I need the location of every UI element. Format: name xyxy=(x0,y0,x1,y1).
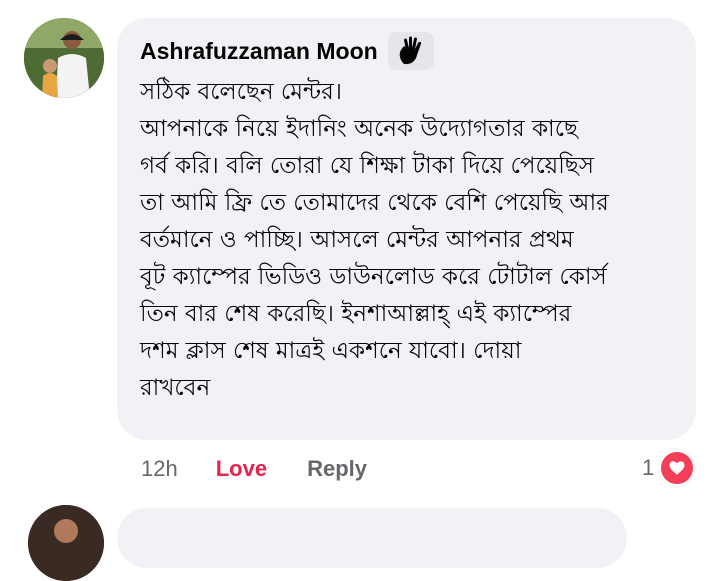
avatar-photo xyxy=(24,18,104,98)
comment-timestamp[interactable]: 12h xyxy=(141,456,178,482)
comment-actions: 12h Love Reply xyxy=(141,452,367,486)
comment-line: সঠিক বলেছেন মেন্টর। xyxy=(140,79,342,105)
comment-author-name[interactable]: Ashrafuzzaman Moon xyxy=(140,38,378,65)
avatar-photo xyxy=(28,505,104,581)
comment-line: আপনাকে নিয়ে ইদানিং অনেক উদ্যোগতার কাছে xyxy=(140,116,578,142)
comment-line: দশম ক্লাস শেষ মাত্রই একশনে যাবো। দোয়া xyxy=(140,338,522,364)
love-button[interactable]: Love xyxy=(216,456,267,482)
next-comment-avatar[interactable] xyxy=(28,505,104,581)
reply-button[interactable]: Reply xyxy=(307,456,367,482)
comment-line: বূট ক্যাম্পের ভিডিও ডাউনলোড করে টোটাল কো… xyxy=(140,264,607,290)
reaction-count: 1 xyxy=(642,455,655,480)
next-comment-bubble xyxy=(117,508,627,568)
comment-bubble: Ashrafuzzaman Moon সঠিক বলেছেন মেন্টর। আ… xyxy=(117,18,696,440)
comment-text: সঠিক বলেছেন মেন্টর। আপনাকে নিয়ে ইদানিং … xyxy=(140,74,676,407)
heart-icon xyxy=(659,450,696,486)
author-avatar[interactable] xyxy=(24,18,104,98)
comment-line: তা আমি ফ্রি তে তোমাদের থেকে বেশি পেয়েছি… xyxy=(140,190,609,216)
comment-line: গর্ব করি। বলি তোরা যে শিক্ষা টাকা দিয়ে … xyxy=(140,153,594,179)
waving-hand-icon[interactable] xyxy=(387,32,434,70)
comment-line: বর্তমানে ও পাচ্ছি। আসলে মেন্টর আপনার প্র… xyxy=(140,227,574,253)
reaction-summary[interactable]: 1 xyxy=(642,450,696,486)
comment-line: তিন বার শেষ করেছি। ইনশাআল্লাহ্ এই ক্যাম্… xyxy=(140,301,572,327)
comment-line: রাখবেন xyxy=(140,375,211,401)
